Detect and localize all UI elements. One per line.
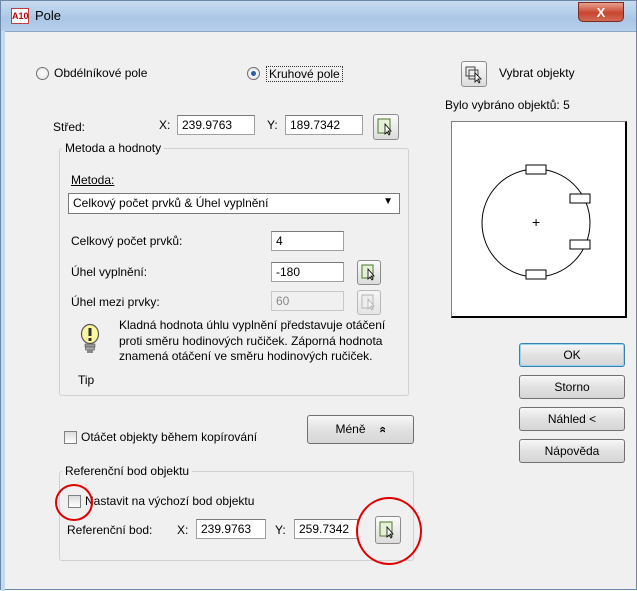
chevron-down-icon: ▼ bbox=[383, 196, 393, 207]
base-point-group-title: Referenční bod objektu bbox=[62, 464, 193, 478]
highlight-circle-checkbox bbox=[55, 484, 93, 521]
autocad-app-icon: A10 bbox=[11, 8, 29, 24]
array-preview: + bbox=[451, 121, 627, 318]
less-button[interactable]: Méně » bbox=[307, 415, 414, 444]
preview-item bbox=[525, 164, 547, 175]
center-y-input[interactable]: 189.7342 bbox=[285, 115, 363, 135]
rotate-items-checkbox[interactable] bbox=[64, 431, 77, 444]
fill-angle-label: Úhel vyplnění: bbox=[71, 265, 148, 279]
tip-label: Tip bbox=[78, 373, 95, 387]
method-dropdown[interactable]: Celkový počet prvků & Úhel vyplnění ▼ bbox=[68, 193, 400, 214]
preview-item bbox=[569, 193, 591, 204]
window-title: Pole bbox=[35, 8, 62, 23]
preview-button[interactable]: Náhled < bbox=[519, 407, 625, 431]
reference-y-label: Y: bbox=[275, 523, 286, 537]
rectangular-array-radio[interactable] bbox=[36, 67, 49, 80]
center-y-label: Y: bbox=[267, 118, 278, 132]
ok-button[interactable]: OK bbox=[519, 343, 625, 367]
cancel-button[interactable]: Storno bbox=[519, 375, 625, 399]
help-button[interactable]: Nápověda bbox=[519, 439, 625, 463]
method-selected-value: Celkový počet prvků & Úhel vyplnění bbox=[73, 196, 269, 210]
center-mark-icon: + bbox=[532, 214, 541, 230]
angle-between-label: Úhel mezi prvky: bbox=[71, 295, 160, 309]
total-items-label: Celkový počet prvků: bbox=[71, 234, 183, 248]
highlight-circle-pick-button bbox=[356, 497, 422, 565]
center-x-input[interactable]: 239.9763 bbox=[177, 115, 255, 135]
pick-point-icon bbox=[377, 118, 392, 136]
method-group-title: Metoda a hodnoty bbox=[62, 141, 165, 155]
fill-angle-input[interactable]: -180 bbox=[271, 262, 344, 282]
default-base-point-label[interactable]: Nastavit na výchozí bod objektu bbox=[85, 494, 254, 508]
reference-x-input[interactable]: 239.9763 bbox=[196, 519, 266, 539]
rotate-items-label[interactable]: Otáčet objekty během kopírování bbox=[81, 430, 257, 444]
preview-item bbox=[569, 239, 591, 250]
pick-point-icon bbox=[361, 294, 375, 311]
rectangular-array-label[interactable]: Obdélníkové pole bbox=[54, 66, 147, 80]
select-objects-button[interactable] bbox=[461, 61, 487, 87]
angle-between-input: 60 bbox=[271, 291, 344, 311]
preview-item bbox=[525, 269, 547, 280]
polar-array-radio[interactable] bbox=[247, 67, 260, 80]
title-bar[interactable]: A10 Pole X bbox=[1, 1, 636, 32]
chevron-up-icon: » bbox=[374, 426, 389, 433]
total-items-input[interactable]: 4 bbox=[271, 231, 344, 251]
array-dialog: A10 Pole X Obdélníkové pole Kruhové pole… bbox=[0, 0, 637, 591]
reference-y-input[interactable]: 259.7342 bbox=[294, 519, 358, 539]
center-label: Střed: bbox=[53, 120, 86, 134]
pick-angle-between-button bbox=[357, 290, 381, 315]
tip-text: Kladná hodnota úhlu vyplnění představuje… bbox=[119, 318, 386, 363]
select-objects-label[interactable]: Vybrat objekty bbox=[499, 66, 575, 80]
pick-center-point-button[interactable] bbox=[373, 114, 399, 140]
select-objects-icon bbox=[465, 66, 482, 84]
close-icon: X bbox=[596, 5, 606, 20]
selected-objects-count: Bylo vybráno objektů: 5 bbox=[445, 98, 570, 112]
center-x-label: X: bbox=[159, 118, 171, 132]
reference-point-label: Referenční bod: bbox=[67, 523, 153, 537]
lightbulb-icon bbox=[80, 323, 100, 353]
polar-array-label[interactable]: Kruhové pole bbox=[266, 66, 343, 82]
close-button[interactable]: X bbox=[578, 2, 624, 22]
pick-fill-angle-button[interactable] bbox=[357, 260, 381, 285]
less-button-label: Méně bbox=[335, 422, 366, 436]
window-frame-left bbox=[1, 31, 5, 591]
pick-point-icon bbox=[361, 264, 375, 281]
method-label: Metoda: bbox=[71, 173, 115, 187]
reference-x-label: X: bbox=[177, 523, 189, 537]
